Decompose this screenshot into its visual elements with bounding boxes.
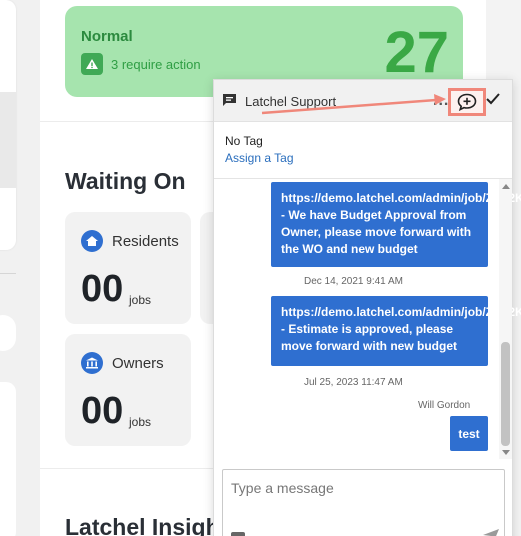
scroll-up-icon[interactable] — [502, 184, 510, 189]
message-bubble: test — [450, 416, 488, 451]
tag-area: No Tag Assign a Tag — [225, 134, 294, 165]
owners-unit: jobs — [129, 415, 152, 429]
attachment-icon[interactable] — [231, 532, 245, 536]
tag-status: No Tag — [225, 134, 263, 148]
normal-title: Normal — [81, 28, 133, 45]
left-divider — [0, 273, 16, 274]
home-icon — [81, 230, 103, 252]
left-band — [0, 92, 16, 188]
left-pill[interactable] — [0, 315, 16, 351]
left-column — [0, 0, 40, 536]
residents-header: Residents — [81, 230, 179, 252]
send-icon[interactable] — [482, 528, 500, 536]
chat-header: Latchel Support ... — [214, 80, 512, 122]
warning-icon — [81, 53, 103, 75]
waiting-on-title: Waiting On — [65, 168, 186, 194]
chat-title: Latchel Support — [245, 94, 337, 109]
add-conversation-icon[interactable] — [448, 88, 486, 116]
message-input[interactable] — [223, 470, 504, 530]
normal-count: 27 — [384, 20, 449, 85]
residents-card[interactable]: Residents 00 jobs — [65, 212, 191, 324]
scroll-down-icon[interactable] — [502, 450, 510, 455]
require-action-text: 3 require action — [111, 56, 201, 72]
more-options-icon[interactable]: ... — [433, 92, 449, 110]
tag-divider — [214, 178, 512, 179]
bank-icon — [81, 352, 103, 374]
message-bubble: https://demo.latchel.com/admin/job/ZbX2K… — [271, 296, 521, 366]
insights-title: Latchel Insigh — [65, 514, 220, 536]
message-sender: Will Gordon — [418, 400, 471, 411]
message-input-box — [222, 469, 505, 536]
scroll-thumb[interactable] — [501, 342, 510, 446]
assign-tag-link[interactable]: Assign a Tag — [225, 151, 294, 165]
residents-count: 00 — [81, 268, 124, 310]
require-action-row: 3 require action — [81, 53, 201, 75]
owners-header: Owners — [81, 352, 164, 374]
owners-card[interactable]: Owners 00 jobs — [65, 334, 191, 446]
chat-bubble-icon — [222, 93, 237, 112]
message-bubble: https://demo.latchel.com/admin/job/ZbX2K… — [271, 182, 521, 267]
left-card-lower — [0, 382, 16, 536]
message-time: Jul 25, 2023 11:47 AM — [304, 377, 403, 388]
check-icon[interactable] — [485, 92, 501, 111]
residents-unit: jobs — [129, 293, 152, 307]
owners-count: 00 — [81, 390, 124, 432]
residents-label: Residents — [112, 232, 179, 250]
owners-label: Owners — [112, 354, 164, 372]
chat-panel: Latchel Support ... No Tag Assign a Tag … — [213, 79, 521, 536]
message-time: Dec 14, 2021 9:41 AM — [304, 276, 403, 287]
